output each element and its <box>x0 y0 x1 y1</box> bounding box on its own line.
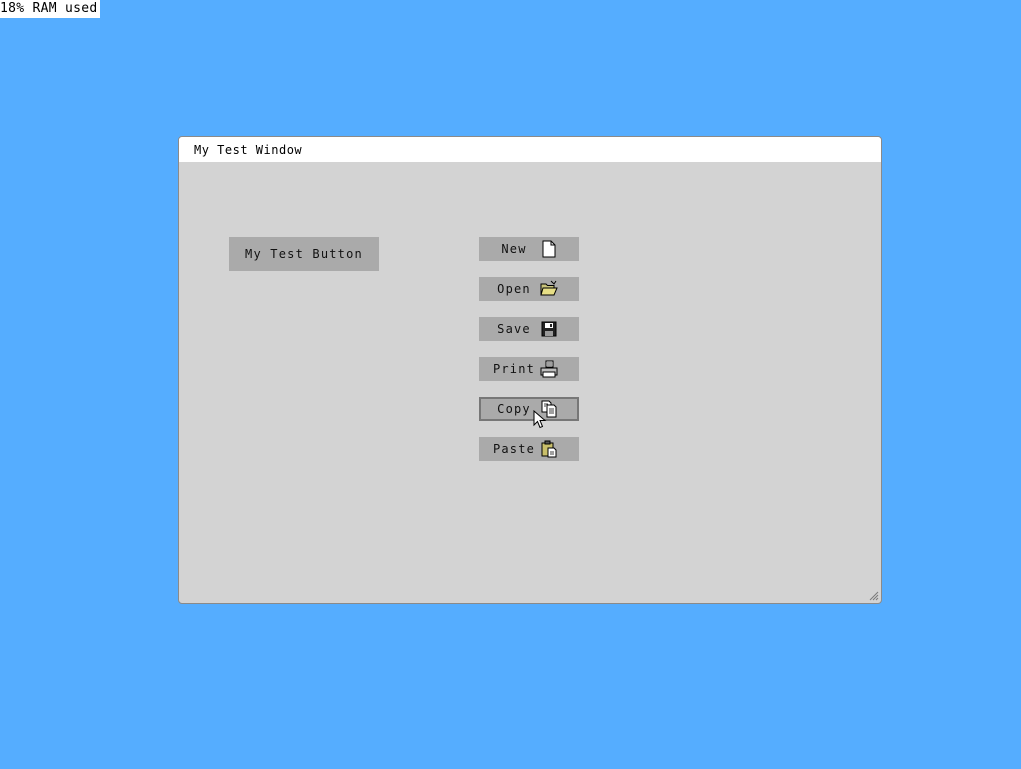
open-folder-icon <box>540 280 558 296</box>
save-disk-icon <box>541 321 557 337</box>
copy-button[interactable]: Copy <box>479 397 579 421</box>
new-button[interactable]: New <box>479 237 579 261</box>
resize-grip-icon[interactable] <box>869 591 879 601</box>
my-test-button[interactable]: My Test Button <box>229 237 379 271</box>
window-titlebar[interactable]: My Test Window <box>179 137 881 162</box>
test-window[interactable]: My Test Window My Test Button New Open S… <box>178 136 882 604</box>
save-button-label: Save <box>497 322 531 336</box>
window-title: My Test Window <box>194 143 303 157</box>
new-button-label: New <box>501 242 527 256</box>
ram-usage-label: 18% RAM used <box>0 0 100 18</box>
printer-icon <box>540 360 558 378</box>
save-button[interactable]: Save <box>479 317 579 341</box>
new-file-icon <box>542 240 556 258</box>
paste-icon <box>541 440 557 458</box>
print-button-label: Print <box>492 362 536 376</box>
print-button[interactable]: Print <box>479 357 579 381</box>
open-button[interactable]: Open <box>479 277 579 301</box>
mouse-cursor-icon <box>533 410 547 429</box>
paste-button[interactable]: Paste <box>479 437 579 461</box>
open-button-label: Open <box>497 282 531 296</box>
paste-button-label: Paste <box>492 442 536 456</box>
